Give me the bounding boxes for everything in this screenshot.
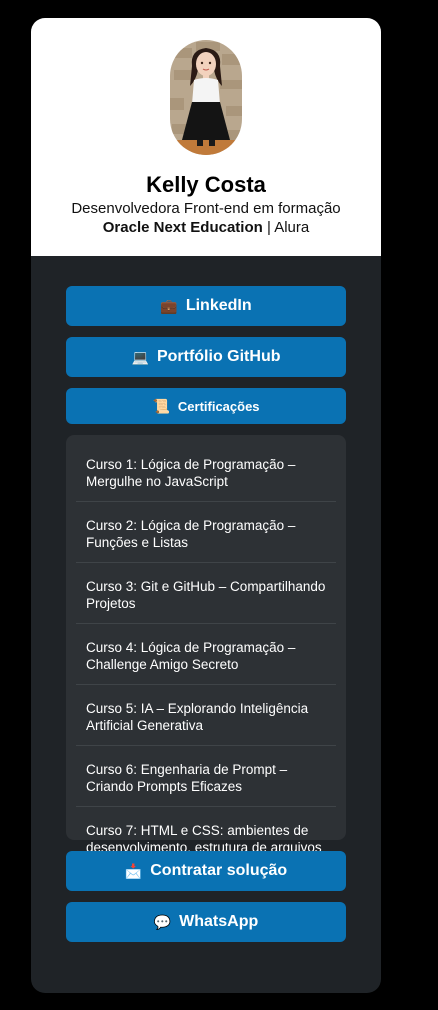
certificacoes-button[interactable]: 📜 Certificações: [66, 388, 346, 424]
list-item[interactable]: Curso 3: Git e GitHub – Compartilhando P…: [76, 572, 336, 624]
linkedin-label: LinkedIn: [185, 297, 252, 314]
contratar-button[interactable]: 📩 Contratar solução: [66, 851, 346, 891]
list-item[interactable]: Curso 1: Lógica de Programação – Mergulh…: [76, 450, 336, 502]
certificacoes-list: Curso 1: Lógica de Programação – Mergulh…: [66, 435, 346, 872]
avatar: [170, 40, 242, 155]
linkedin-button[interactable]: 💼 LinkedIn: [66, 286, 346, 326]
list-item[interactable]: Curso 4: Lógica de Programação – Challen…: [76, 633, 336, 685]
whatsapp-label: WhatsApp: [179, 913, 259, 930]
profile-card: Kelly Costa Desenvolvedora Front-end em …: [31, 18, 381, 993]
list-item[interactable]: Curso 5: IA – Explorando Inteligência Ar…: [76, 694, 336, 746]
list-item[interactable]: Curso 6: Engenharia de Prompt – Criando …: [76, 755, 336, 807]
avatar-illustration: [170, 40, 242, 155]
github-button[interactable]: 💻 Portfólio GitHub: [66, 337, 346, 377]
contratar-label: Contratar solução: [150, 862, 288, 879]
speech-bubble-icon: 💬: [153, 914, 172, 930]
profile-header: Kelly Costa Desenvolvedora Front-end em …: [31, 18, 381, 256]
profile-org-rest: | Alura: [262, 219, 310, 236]
profile-role: Desenvolvedora Front-end em formação: [71, 200, 341, 217]
profile-org-bold: Oracle Next Education: [102, 219, 263, 236]
github-label: Portfólio GitHub: [156, 348, 281, 365]
laptop-icon: 💻: [131, 349, 149, 365]
envelope-icon: 📩: [124, 863, 143, 879]
certificacoes-label: Certificações: [177, 398, 260, 414]
scroll-icon: 📜: [152, 398, 170, 414]
whatsapp-button[interactable]: 💬 WhatsApp: [66, 902, 346, 942]
briefcase-icon: 💼: [160, 298, 178, 314]
list-item[interactable]: Curso 2: Lógica de Programação – Funções…: [76, 511, 336, 563]
profile-org: Oracle Next Education | Alura: [31, 219, 381, 236]
profile-name: Kelly Costa: [146, 172, 266, 197]
